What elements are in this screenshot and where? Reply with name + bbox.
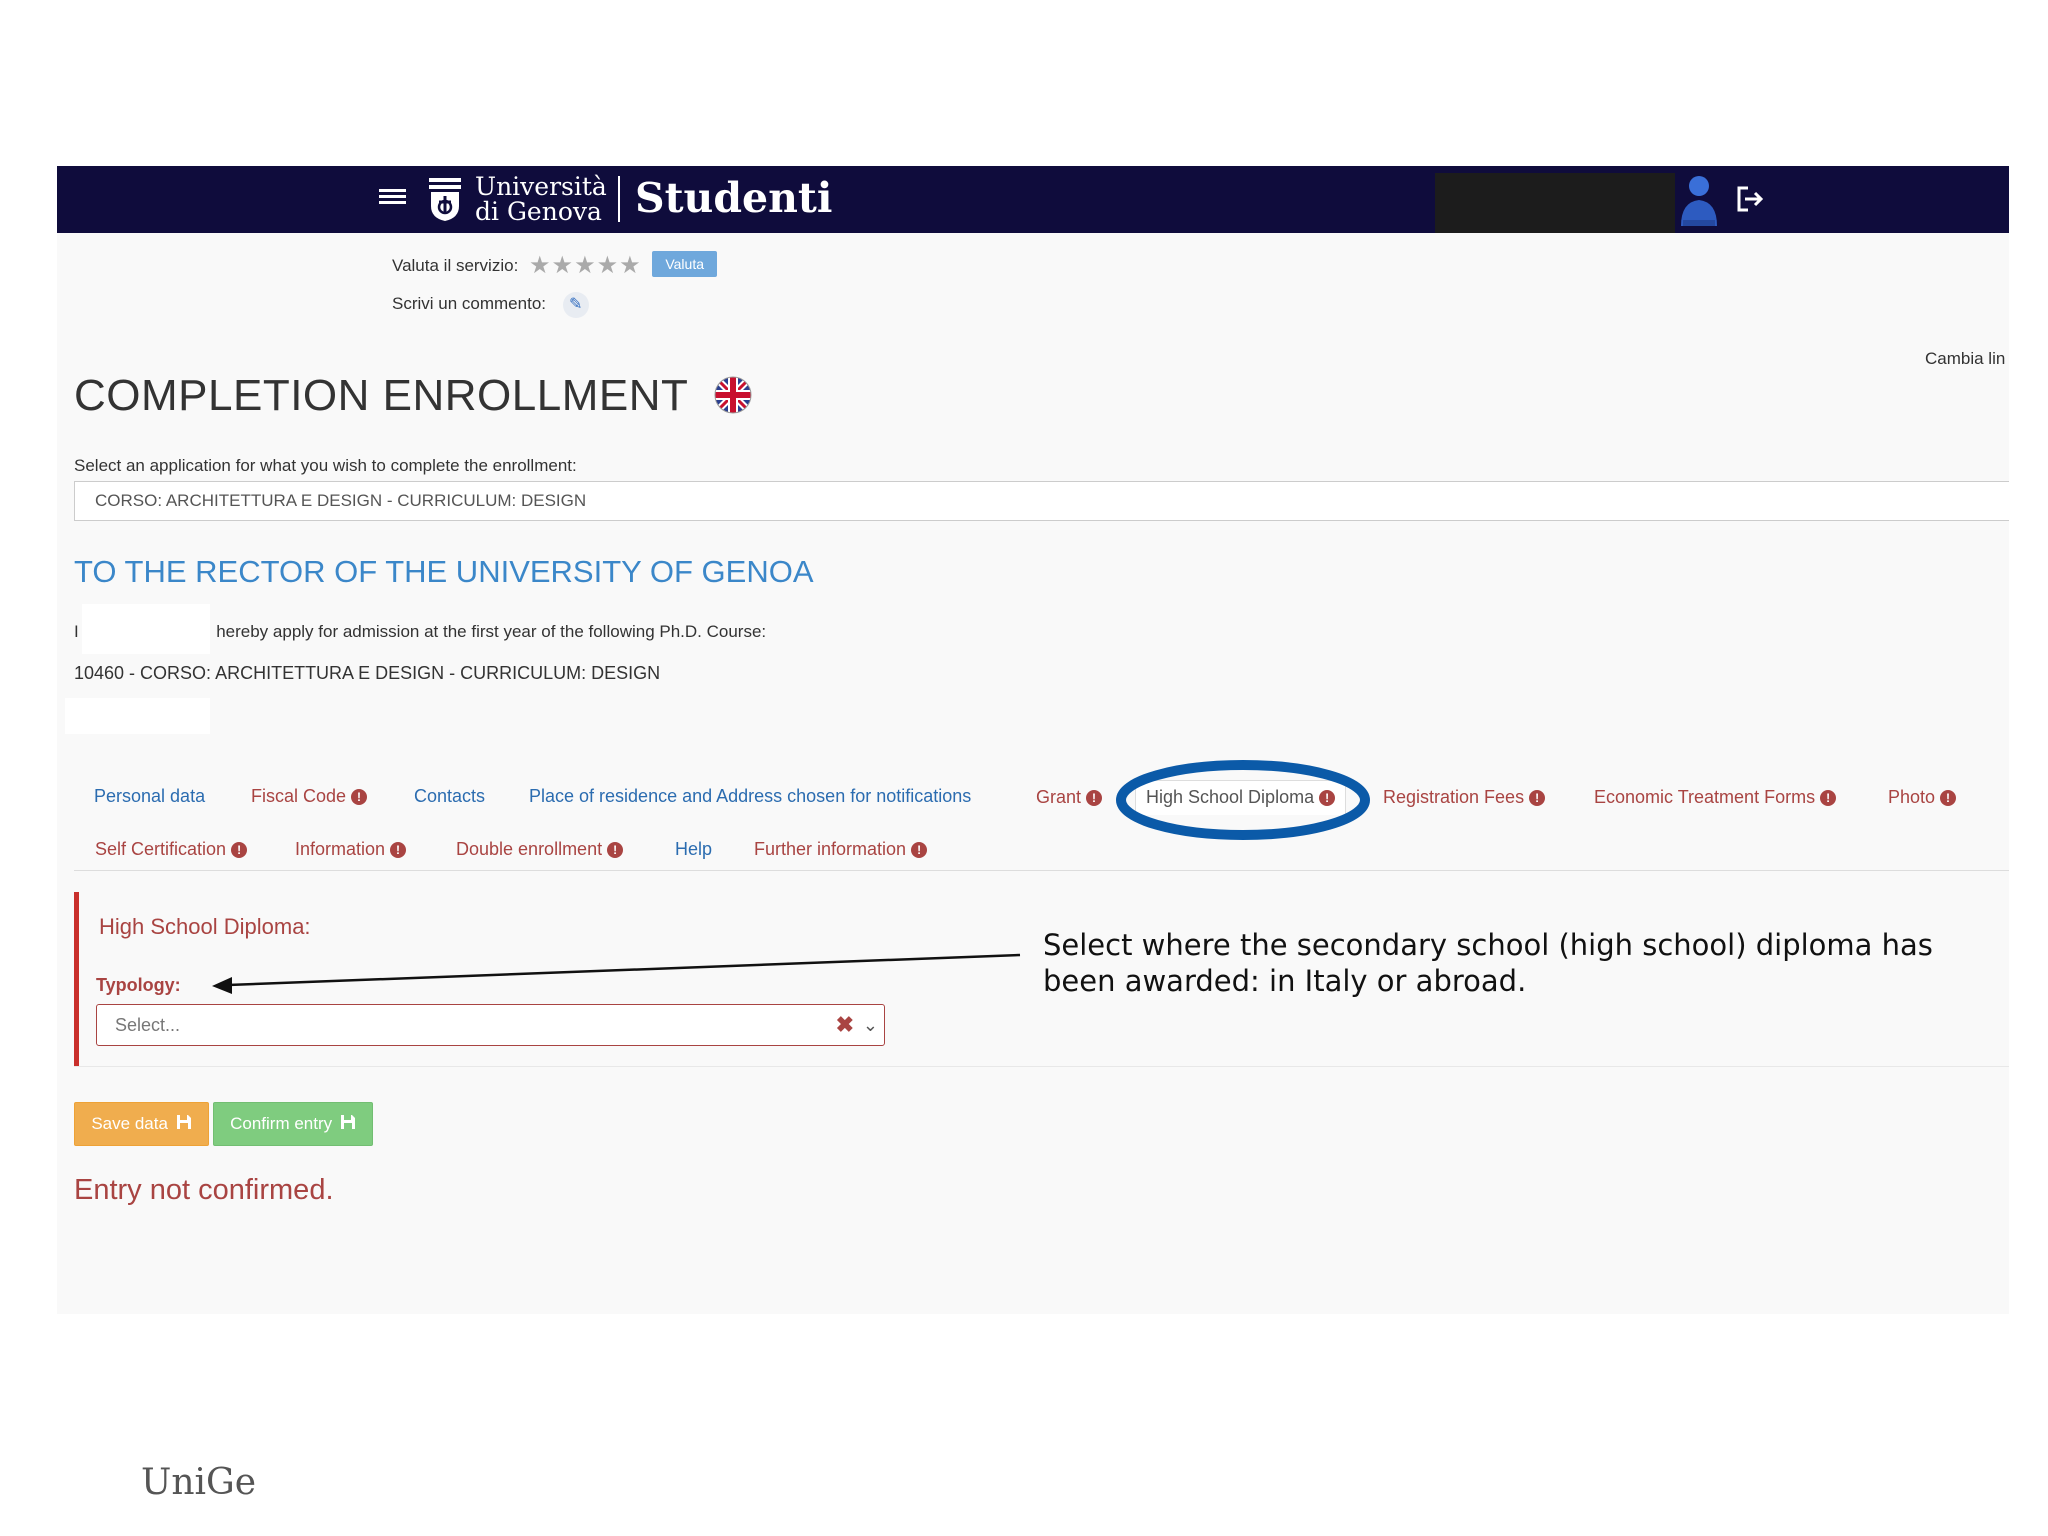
warning-icon: ! (1086, 790, 1103, 806)
tab-fiscal-code[interactable]: Fiscal Code! (251, 786, 368, 807)
save-data-button[interactable]: Save data (74, 1102, 209, 1146)
page-title: COMPLETION ENROLLMENT (74, 371, 752, 421)
confirm-label: Confirm entry (230, 1114, 333, 1133)
tab-contacts[interactable]: Contacts (414, 786, 485, 807)
entry-status-message: Entry not confirmed. (74, 1174, 334, 1206)
tabs-divider (74, 870, 2009, 871)
page-title-text: COMPLETION ENROLLMENT (74, 371, 688, 420)
rating-label: Valuta il servizio: (392, 256, 519, 275)
logout-icon[interactable] (1735, 184, 1765, 214)
university-logo-text: Università di Genova (475, 174, 607, 224)
floppy-disk-icon (340, 1115, 355, 1129)
screenshot-frame: Università di Genova Studenti Valuta il … (57, 166, 2009, 1314)
redaction-block (65, 698, 210, 734)
warning-icon: ! (1820, 790, 1837, 806)
tab-label: Photo (1888, 787, 1936, 807)
tab-label: Contacts (414, 786, 486, 806)
tab-further-information[interactable]: Further information! (754, 839, 928, 860)
redaction-block (82, 604, 210, 654)
application-select[interactable]: CORSO: ARCHITETTURA E DESIGN - CURRICULU… (74, 481, 2009, 521)
typology-label: Typology: (96, 975, 181, 995)
typology-placeholder: Select... (115, 1015, 181, 1035)
uk-flag-icon[interactable] (714, 376, 752, 414)
tab-label: Grant (1036, 787, 1082, 807)
pencil-icon[interactable]: ✎ (562, 292, 589, 318)
tab-label: Personal data (94, 786, 206, 806)
tab-double-enrollment[interactable]: Double enrollment! (456, 839, 624, 860)
warning-icon: ! (607, 842, 624, 858)
tab-registration-fees[interactable]: Registration Fees! (1383, 787, 1546, 808)
tab-label: Double enrollment (456, 839, 603, 859)
apply-text: hereby apply for admission at the first … (216, 622, 767, 641)
tab-information[interactable]: Information! (295, 839, 407, 860)
comment-label: Scrivi un commento: (392, 294, 546, 313)
typology-select[interactable]: Select... ✖ ⌄ (96, 1004, 885, 1046)
rector-heading: TO THE RECTOR OF THE UNIVERSITY OF GENOA (74, 554, 814, 589)
warning-icon: ! (1319, 790, 1336, 806)
username-redacted (1435, 173, 1675, 233)
tab-label: Information (295, 839, 386, 859)
logo-divider (618, 176, 620, 222)
unige-brand: UniGe (141, 1462, 257, 1503)
tab-label: Place of residence and Address chosen fo… (529, 786, 972, 806)
tab-label: Economic Treatment Forms (1594, 787, 1816, 807)
warning-icon: ! (351, 789, 368, 805)
tab-high-school-diploma[interactable]: High School Diploma! (1135, 780, 1347, 815)
instruction-callout: Select where the secondary school (high … (1043, 928, 1933, 998)
tab-grant[interactable]: Grant! (1036, 787, 1103, 808)
apply-prefix: I (74, 622, 79, 641)
tab-photo[interactable]: Photo! (1888, 787, 1957, 808)
tab-label: Self Certification (95, 839, 227, 859)
comment-row: Scrivi un commento: ✎ (392, 292, 589, 318)
logo-line-2: di Genova (475, 197, 602, 226)
tab-economic-treatment-forms[interactable]: Economic Treatment Forms! (1594, 787, 1837, 808)
application-select-label: Select an application for what you wish … (74, 456, 577, 475)
service-rating-row: Valuta il servizio: ★★★★★ Valuta (392, 251, 718, 280)
tab-label: Help (675, 839, 713, 859)
tab-personal-data[interactable]: Personal data (94, 786, 205, 807)
tab-label: Registration Fees (1383, 787, 1525, 807)
rating-stars[interactable]: ★★★★★ (529, 252, 642, 279)
tab-label: High School Diploma (1146, 787, 1315, 807)
logo-line-1: Università (475, 172, 607, 201)
tab-help[interactable]: Help (675, 839, 712, 860)
university-emblem-icon (429, 178, 461, 221)
change-language-link[interactable]: Cambia lin (1925, 349, 2005, 369)
warning-icon: ! (231, 842, 248, 858)
tab-self-certification[interactable]: Self Certification! (95, 839, 248, 860)
user-avatar-icon[interactable] (1677, 172, 1721, 228)
warning-icon: ! (911, 842, 928, 858)
course-code: 10460 - CORSO: ARCHITETTURA E DESIGN - C… (74, 663, 661, 683)
warning-icon: ! (1940, 790, 1957, 806)
tab-label: Further information (754, 839, 907, 859)
app-name: Studenti (635, 174, 833, 222)
hamburger-menu-icon[interactable] (379, 186, 406, 210)
warning-icon: ! (1529, 790, 1546, 806)
tab-place-of-residence[interactable]: Place of residence and Address chosen fo… (529, 786, 971, 807)
rate-button[interactable]: Valuta (652, 251, 718, 277)
diploma-panel-title: High School Diploma: (99, 914, 311, 939)
save-label: Save data (91, 1114, 168, 1133)
chevron-down-icon[interactable]: ⌄ (863, 1005, 878, 1045)
clear-icon[interactable]: ✖ (836, 1005, 854, 1045)
confirm-entry-button[interactable]: Confirm entry (213, 1102, 373, 1146)
tab-label: Fiscal Code (251, 786, 347, 806)
floppy-disk-icon (176, 1115, 191, 1129)
panel-divider (74, 1066, 2009, 1067)
warning-icon: ! (390, 842, 407, 858)
top-navbar: Università di Genova Studenti (57, 166, 2009, 233)
